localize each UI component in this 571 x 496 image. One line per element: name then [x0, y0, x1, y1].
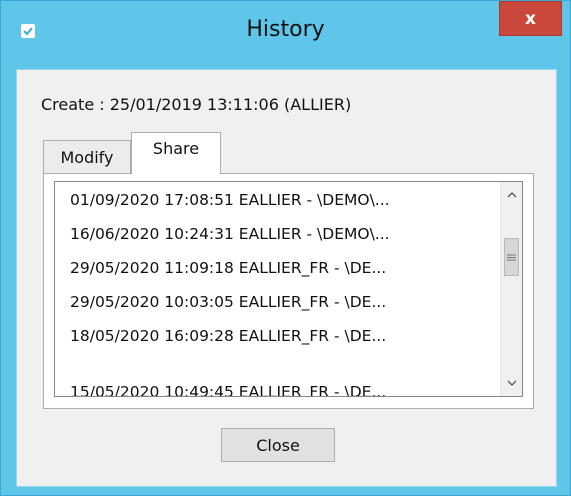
- share-history-items: 01/09/2020 17:08:51 EALLIER - \DEMO\... …: [55, 182, 501, 396]
- chevron-up-icon: [507, 192, 516, 198]
- close-button-label: Close: [256, 435, 300, 455]
- list-item[interactable]: 01/09/2020 17:08:51 EALLIER - \DEMO\...: [70, 186, 390, 214]
- dialog-body: Create : 25/01/2019 13:11:06 (ALLIER) Mo…: [16, 69, 557, 487]
- window-title: History: [246, 17, 325, 42]
- tab-modify[interactable]: Modify: [43, 140, 131, 173]
- create-info: Create : 25/01/2019 13:11:06 (ALLIER): [41, 95, 352, 114]
- list-item[interactable]: 29/05/2020 10:03:05 EALLIER_FR - \DE...: [70, 288, 386, 316]
- scroll-up-button[interactable]: [501, 184, 522, 206]
- scroll-thumb[interactable]: [504, 238, 519, 276]
- list-item[interactable]: 29/05/2020 11:09:18 EALLIER_FR - \DE...: [70, 254, 386, 282]
- history-dialog: History x Create : 25/01/2019 13:11:06 (…: [0, 0, 571, 496]
- title-bar[interactable]: History x: [1, 1, 570, 59]
- window-close-button[interactable]: x: [499, 1, 562, 36]
- close-button[interactable]: Close: [221, 428, 335, 462]
- tab-share-label: Share: [152, 139, 200, 158]
- list-item[interactable]: 18/05/2020 16:09:28 EALLIER_FR - \DE...: [70, 322, 386, 350]
- vertical-scrollbar[interactable]: [500, 182, 522, 396]
- grip-icon: [507, 254, 516, 260]
- list-item[interactable]: 16/06/2020 10:24:31 EALLIER - \DEMO\...: [70, 220, 390, 248]
- close-icon: x: [525, 8, 536, 29]
- share-tab-panel: 01/09/2020 17:08:51 EALLIER - \DEMO\... …: [43, 173, 534, 409]
- tab-share[interactable]: Share: [131, 132, 221, 174]
- share-history-list[interactable]: 01/09/2020 17:08:51 EALLIER - \DEMO\... …: [54, 181, 523, 397]
- list-item[interactable]: 15/05/2020 10:49:45 EALLIER_FR - \DE...: [70, 378, 386, 396]
- scroll-down-button[interactable]: [501, 372, 522, 394]
- tab-modify-label: Modify: [60, 147, 114, 167]
- chevron-down-icon: [507, 380, 516, 386]
